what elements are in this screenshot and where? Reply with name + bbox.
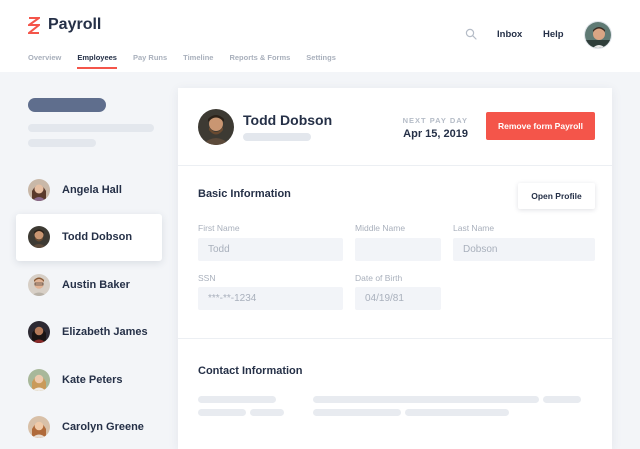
employee-item-elizabeth-james[interactable]: Elizabeth James — [16, 309, 162, 357]
user-avatar-icon — [585, 22, 611, 48]
avatar — [28, 226, 50, 249]
employee-detail-card: Todd Dobson NEXT PAY DAY Apr 15, 2019 Re… — [178, 88, 612, 449]
nav-tab-pay-runs[interactable]: Pay Runs — [133, 53, 167, 69]
content-placeholder — [198, 396, 276, 403]
employee-name: Carolyn Greene — [62, 421, 144, 434]
app-logo[interactable]: Payroll — [28, 16, 101, 34]
contact-information-title: Contact Information — [198, 365, 303, 377]
sidebar-text-placeholder — [28, 124, 154, 132]
app-title: Payroll — [48, 16, 102, 33]
employee-name: Kate Peters — [62, 373, 123, 386]
next-pay-day-label: NEXT PAY DAY — [402, 116, 468, 125]
content-placeholder — [405, 409, 509, 416]
main-nav: Overview Employees Pay Runs Timeline Rep… — [28, 53, 352, 69]
employee-header: Todd Dobson NEXT PAY DAY Apr 15, 2019 Re… — [178, 88, 612, 166]
search-icon[interactable] — [465, 28, 477, 40]
nav-tab-timeline[interactable]: Timeline — [183, 53, 213, 69]
nav-tab-overview[interactable]: Overview — [28, 53, 61, 69]
content-placeholder — [543, 396, 581, 403]
payroll-logo-icon — [28, 16, 40, 34]
content-placeholder — [313, 409, 401, 416]
middle-name-label: Middle Name — [355, 223, 406, 233]
sidebar-title-placeholder — [28, 98, 106, 112]
top-header: Payroll Overview Employees Pay Runs Time… — [0, 0, 640, 72]
employee-item-angela-hall[interactable]: Angela Hall — [16, 166, 162, 214]
content-placeholder — [313, 396, 539, 403]
date-of-birth-field[interactable] — [355, 287, 441, 310]
basic-information-title: Basic Information — [198, 188, 291, 200]
avatar — [28, 416, 50, 439]
date-of-birth-label: Date of Birth — [355, 273, 403, 283]
avatar — [28, 178, 50, 201]
last-name-field[interactable] — [453, 238, 595, 261]
first-name-label: First Name — [198, 223, 240, 233]
employee-subtitle-placeholder — [243, 133, 311, 141]
avatar — [198, 109, 234, 145]
first-name-field[interactable] — [198, 238, 343, 261]
employee-name: Angela Hall — [62, 183, 122, 196]
employee-list: Angela Hall Todd Dobson Austin Baker Eli… — [16, 166, 162, 449]
ssn-label: SSN — [198, 273, 216, 283]
employee-item-carolyn-greene[interactable]: Carolyn Greene — [16, 404, 162, 449]
employee-item-austin-baker[interactable]: Austin Baker — [16, 261, 162, 309]
avatar — [28, 368, 50, 391]
employee-name: Austin Baker — [62, 278, 130, 291]
employee-item-kate-peters[interactable]: Kate Peters — [16, 356, 162, 404]
last-name-label: Last Name — [453, 223, 495, 233]
employee-name: Elizabeth James — [62, 326, 148, 339]
remove-from-payroll-button[interactable]: Remove form Payroll — [486, 112, 595, 140]
nav-tab-reports-forms[interactable]: Reports & Forms — [229, 53, 290, 69]
nav-tab-employees[interactable]: Employees — [77, 53, 117, 69]
employee-name-heading: Todd Dobson — [243, 112, 333, 128]
middle-name-field[interactable] — [355, 238, 441, 261]
employee-name: Todd Dobson — [62, 231, 133, 244]
sidebar-text-placeholder — [28, 139, 96, 147]
content-placeholder — [250, 409, 284, 416]
help-link[interactable]: Help — [543, 29, 564, 40]
content-placeholder — [198, 409, 246, 416]
avatar — [28, 321, 50, 344]
user-avatar[interactable] — [584, 21, 612, 49]
employee-item-todd-dobson[interactable]: Todd Dobson — [16, 213, 162, 261]
inbox-link[interactable]: Inbox — [497, 29, 522, 40]
section-divider — [178, 338, 612, 339]
avatar — [28, 273, 50, 296]
nav-tab-settings[interactable]: Settings — [306, 53, 336, 69]
open-profile-button[interactable]: Open Profile — [518, 183, 595, 209]
next-pay-day-date: Apr 15, 2019 — [403, 128, 468, 140]
ssn-field[interactable] — [198, 287, 343, 310]
